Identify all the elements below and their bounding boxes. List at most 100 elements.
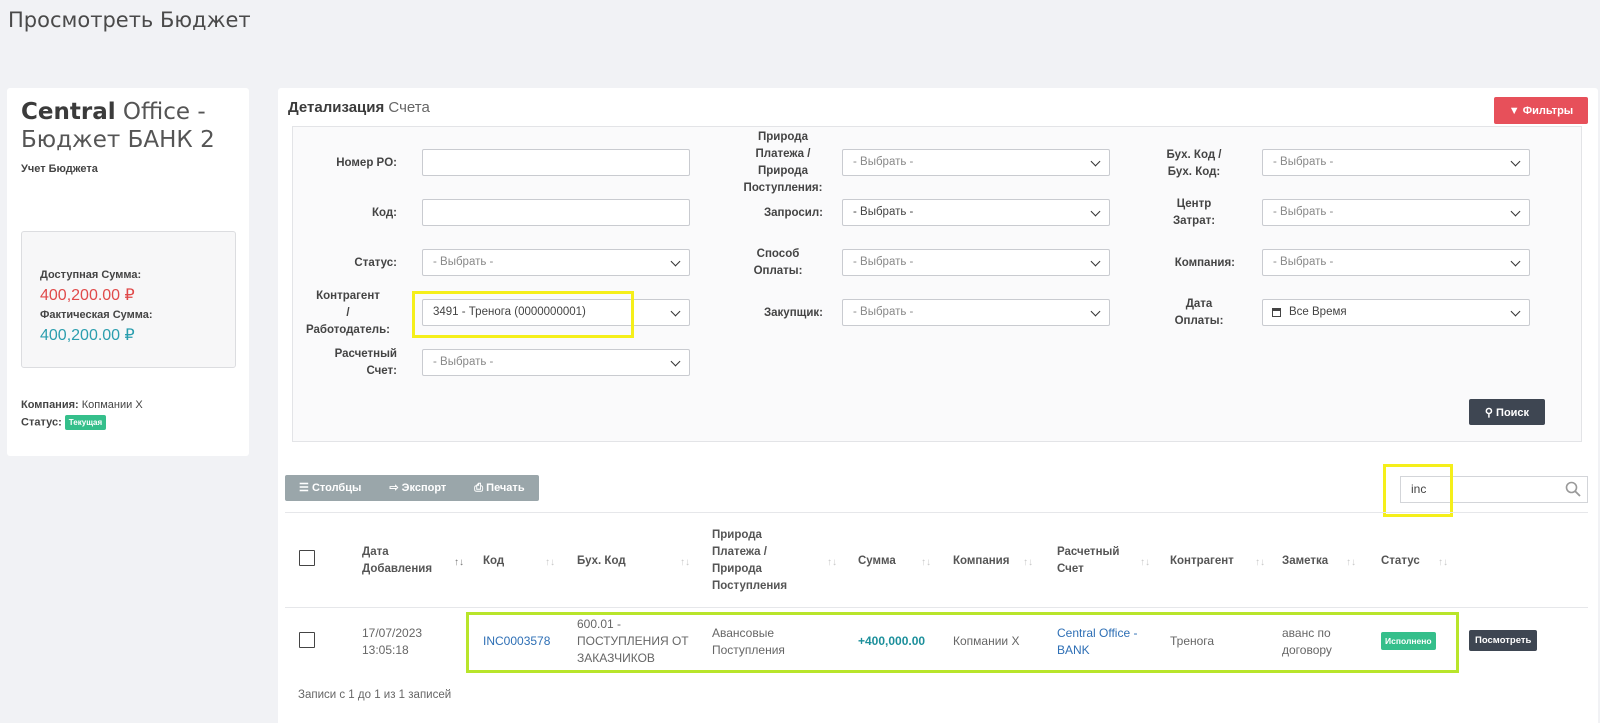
sort-icon[interactable]: ↑↓ <box>1140 557 1150 568</box>
th-code[interactable]: Код <box>483 553 504 570</box>
actual-sum-value: 400,200.00 ₽ <box>40 327 135 344</box>
nature-label-line1: Природа <box>758 131 808 143</box>
sort-icon[interactable]: ↑↓ <box>545 557 555 568</box>
filter-icon: ▼ <box>1508 104 1520 117</box>
th-nature-line1: Природа <box>712 529 762 541</box>
export-button-label: Экспорт <box>401 482 447 494</box>
details-title-rest: Счета <box>388 99 430 116</box>
nature-filter-label: Природа Платежа / Природа Поступления: <box>733 129 833 197</box>
nature-label-line3: Природа <box>758 165 808 177</box>
calendar-icon <box>1272 308 1281 317</box>
nature-label-line2: Платежа / <box>755 148 811 160</box>
th-counterparty[interactable]: Контрагент <box>1170 553 1234 570</box>
budget-subtitle: Учет Бюджета <box>21 163 98 175</box>
search-highlight <box>1383 464 1453 517</box>
payment-method-label-line2: Оплаты: <box>753 265 803 277</box>
th-amount[interactable]: Сумма <box>858 553 896 570</box>
sums-box: Доступная Сумма: 400,200.00 ₽ Фактическа… <box>21 231 236 368</box>
account-select[interactable]: - Выбрать - <box>422 349 690 376</box>
company-value: Копмании X <box>81 399 143 411</box>
account-label-line1: Расчетный <box>334 348 397 360</box>
code-input[interactable] <box>422 199 690 226</box>
select-all-checkbox[interactable] <box>299 550 315 566</box>
account-label-line2: Счет: <box>366 365 397 377</box>
sort-icon[interactable]: ↑↓ <box>1346 557 1356 568</box>
requested-select[interactable]: - Выбрать - <box>842 199 1110 226</box>
payment-date-value: Все Время <box>1289 306 1347 318</box>
company-line: Компания: Копмании X <box>21 399 143 411</box>
counterparty-label-line1: Контрагент <box>316 290 380 302</box>
acc-code-label-line1: Бух. Код / <box>1166 149 1222 161</box>
page-title: Просмотреть Бюджет <box>8 8 251 32</box>
payment-date-range[interactable]: Все Время <box>1262 299 1530 326</box>
table-row-border <box>285 607 1588 608</box>
view-button[interactable]: Посмотреть <box>1469 630 1538 651</box>
print-button-label: Печать <box>486 482 525 494</box>
payment-method-label-line1: Способ <box>756 248 800 260</box>
sort-icon[interactable]: ↑↓ <box>921 557 931 568</box>
print-button[interactable]: ⎙ Печать <box>460 475 538 501</box>
po-number-label: Номер PO: <box>336 157 397 169</box>
columns-button-label: Столбцы <box>311 482 362 494</box>
th-nature[interactable]: Природа Платежа / Природа Поступления <box>712 527 787 595</box>
export-button[interactable]: ⇨ Экспорт <box>375 475 460 501</box>
budget-title: Central Office - Бюджет БАНК 2 <box>21 98 241 154</box>
available-sum-label: Доступная Сумма: <box>40 269 142 281</box>
sort-icon[interactable]: ↑↓ <box>1255 557 1265 568</box>
status-select[interactable]: - Выбрать - <box>422 249 690 276</box>
acc-code-filter-label: Бух. Код / Бух. Код: <box>1143 147 1235 181</box>
th-acc-code[interactable]: Бух. Код <box>577 553 626 570</box>
cost-center-label-line1: Центр <box>1176 198 1212 210</box>
filters-button[interactable]: ▼ Фильтры <box>1494 97 1588 124</box>
details-title-bold: Детализация <box>288 99 385 116</box>
row-date-line2: 13:05:18 <box>362 643 409 657</box>
counterparty-label-line2: / <box>346 307 350 319</box>
row-date: 17/07/2023 13:05:18 <box>362 625 422 659</box>
export-icon: ⇨ <box>389 482 399 494</box>
acc-code-select[interactable]: - Выбрать - <box>1262 149 1530 176</box>
sort-icon[interactable]: ↑↓ <box>1023 557 1033 568</box>
status-badge: Текущая <box>64 415 107 430</box>
po-number-input[interactable] <box>422 149 690 176</box>
status-line: Статус: Текущая <box>21 415 107 430</box>
sort-icon[interactable]: ↑↓ <box>680 557 690 568</box>
filter-panel: Номер PO: Код: Статус: - Выбрать - Контр… <box>292 126 1582 442</box>
th-account-line1: Расчетный <box>1057 546 1120 558</box>
row-checkbox[interactable] <box>299 632 315 648</box>
payment-method-select[interactable]: - Выбрать - <box>842 249 1110 276</box>
nature-select[interactable]: - Выбрать - <box>842 149 1110 176</box>
sort-icon[interactable]: ↑↓ <box>454 557 464 568</box>
payment-date-label-line2: Оплаты: <box>1174 315 1224 327</box>
th-note[interactable]: Заметка <box>1282 553 1328 570</box>
buyer-select[interactable]: - Выбрать - <box>842 299 1110 326</box>
th-account[interactable]: Расчетный Счет <box>1057 544 1119 578</box>
search-button[interactable]: ⚲ Поиск <box>1469 399 1545 425</box>
columns-button[interactable]: ☰ Столбцы <box>285 475 375 501</box>
requested-label: Запросил: <box>763 207 823 219</box>
counterparty-highlight <box>412 291 634 338</box>
th-company[interactable]: Компания <box>953 553 1009 570</box>
row-highlight <box>466 612 1459 673</box>
sort-icon[interactable]: ↑↓ <box>827 557 837 568</box>
th-date[interactable]: Дата Добавления <box>362 544 432 578</box>
nature-label-line4: Поступления: <box>743 182 823 194</box>
row-date-line1: 17/07/2023 <box>362 626 423 640</box>
sort-icon[interactable]: ↑↓ <box>1438 557 1448 568</box>
cost-center-label: Центр Затрат: <box>1143 196 1235 230</box>
table-toolbar: ☰ Столбцы ⇨ Экспорт ⎙ Печать <box>285 475 539 501</box>
company-select[interactable]: - Выбрать - <box>1262 249 1530 276</box>
records-info: Записи с 1 до 1 из 1 записей <box>298 689 452 701</box>
th-account-line2: Счет <box>1057 563 1084 575</box>
columns-icon: ☰ <box>299 482 309 494</box>
acc-code-label-line2: Бух. Код: <box>1167 166 1221 178</box>
th-nature-line4: Поступления <box>712 580 788 592</box>
cost-center-select[interactable]: - Выбрать - <box>1262 199 1530 226</box>
th-nature-line3: Природа <box>712 563 762 575</box>
counterparty-label-line3: Работодатель: <box>305 324 391 336</box>
payment-method-label: Способ Оплаты: <box>713 246 823 280</box>
search-button-label: Поиск <box>1496 406 1530 419</box>
th-nature-line2: Платежа / <box>712 546 767 558</box>
magnifier-icon <box>1565 481 1581 497</box>
th-status[interactable]: Статус <box>1381 553 1420 570</box>
cost-center-label-line2: Затрат: <box>1172 215 1216 227</box>
